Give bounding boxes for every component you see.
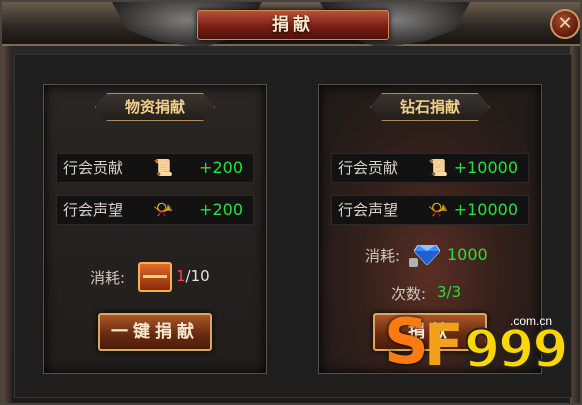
logo-number: 999: [463, 320, 570, 380]
reward-label: 行会贡献: [63, 159, 124, 177]
scroll-icon: 📜: [428, 158, 448, 177]
reward-value: +200: [199, 200, 243, 219]
chest-icon: [138, 262, 172, 292]
cost-label: 消耗:: [90, 269, 126, 287]
frame-left: [2, 46, 12, 403]
reward-value: +10000: [453, 158, 518, 177]
reward-label: 行会贡献: [338, 159, 399, 177]
window-title: 捐献: [272, 15, 314, 35]
times-label: 次数:: [391, 285, 427, 303]
cost-have: 1: [176, 267, 186, 285]
watermark-logo: S F 999 .com.cn: [384, 302, 574, 388]
reward-label: 行会声望: [63, 201, 124, 219]
donation-window: 捐献 ✕ 物资捐献 行会贡献 📜 +200 行会声望 📯 +200 消耗: 1/…: [0, 0, 582, 405]
cost-need: /10: [185, 267, 210, 285]
panel-heading: 钻石捐献: [399, 98, 460, 116]
cost-count: 1/10: [176, 267, 210, 285]
cost-value: 1000: [447, 245, 488, 264]
donate-all-button[interactable]: 一键捐献: [98, 313, 212, 351]
panel-heading: 物资捐献: [124, 98, 185, 116]
lock-icon: [409, 258, 418, 267]
close-button[interactable]: ✕: [550, 9, 580, 39]
scroll-icon: 📜: [153, 158, 173, 177]
reward-value: +10000: [453, 200, 518, 219]
reward-label: 行会声望: [338, 201, 399, 219]
reward-row-prestige: 行会声望 📯 +10000: [331, 195, 529, 225]
material-donation-panel: 物资捐献 行会贡献 📜 +200 行会声望 📯 +200 消耗: 1/10 一键…: [43, 84, 267, 374]
times-value: 3/3: [437, 283, 462, 301]
reward-row-contribution: 行会贡献 📜 +200: [56, 153, 254, 183]
reward-row-contribution: 行会贡献 📜 +10000: [331, 153, 529, 183]
reward-row-prestige: 行会声望 📯 +200: [56, 195, 254, 225]
horn-icon: 📯: [428, 200, 448, 219]
horn-icon: 📯: [153, 200, 173, 219]
watermark-domain: .com.cn: [510, 314, 553, 328]
reward-value: +200: [199, 158, 243, 177]
cost-label: 消耗:: [365, 247, 401, 265]
